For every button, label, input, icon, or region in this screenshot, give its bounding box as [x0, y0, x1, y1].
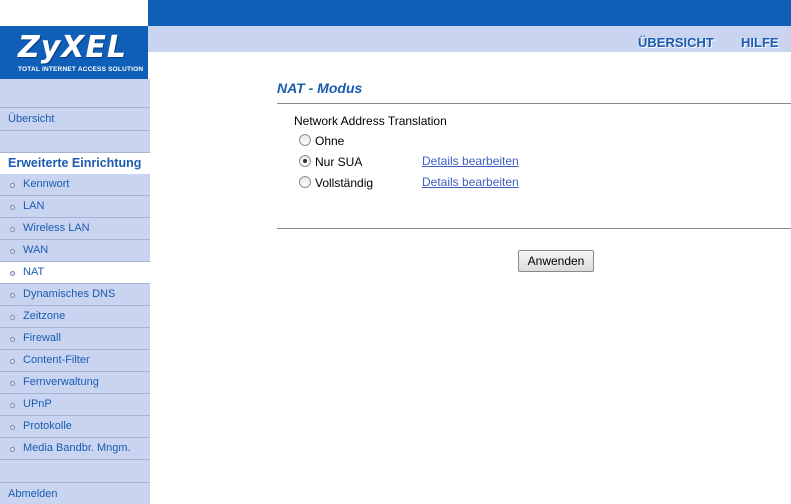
logo-text: ZyXEL [18, 30, 128, 65]
bullet-icon [10, 425, 15, 430]
sidebar-item-label: Protokolle [23, 420, 72, 432]
details-link-full[interactable]: Details bearbeiten [422, 175, 519, 189]
bullet-icon [10, 381, 15, 386]
bullet-icon [10, 447, 15, 452]
page-title: NAT - Modus [277, 80, 363, 96]
sidebar-item-label: Dynamisches DNS [23, 288, 116, 300]
content-corner [148, 52, 791, 82]
bullet-icon [10, 227, 15, 232]
sidebar-item-label: Media Bandbr. Mngm. [23, 442, 131, 454]
sidebar-item-label: Content-Filter [23, 354, 90, 366]
sidebar-item-lan[interactable]: LAN [0, 196, 150, 218]
bullet-icon [10, 359, 15, 364]
bullet-icon [10, 293, 15, 298]
sidebar-item-logout[interactable]: Abmelden [0, 482, 150, 504]
logo: ZyXEL Total Internet Access Solution [0, 26, 148, 79]
sidebar-item-content-filter[interactable]: Content-Filter [0, 350, 150, 372]
sidebar-item-fernverwaltung[interactable]: Fernverwaltung [0, 372, 150, 394]
sidebar-item-label: LAN [23, 200, 45, 212]
sidebar-item-wan[interactable]: WAN [0, 240, 150, 262]
sidebar-item-kennwort[interactable]: Kennwort [0, 174, 150, 196]
sidebar-section-title: Erweiterte Einrichtung [0, 152, 150, 175]
sidebar-item-label: NAT [23, 266, 45, 278]
apply-button[interactable]: Anwenden [518, 250, 594, 272]
radio-label: Ohne [315, 134, 345, 148]
header-link-help[interactable]: HILFE [741, 35, 779, 50]
bullet-icon [10, 403, 15, 408]
sidebar-item-nat[interactable]: NAT [0, 262, 150, 284]
bullet-icon [10, 205, 15, 210]
header-link-overview[interactable]: ÜBERSICHT [638, 35, 714, 50]
sidebar-item-label: Fernverwaltung [23, 376, 99, 388]
bullet-icon [10, 183, 15, 188]
sidebar-item-upnp[interactable]: UPnP [0, 394, 150, 416]
radio-vollstaendig[interactable] [299, 176, 311, 188]
sidebar-item-label: Firewall [23, 332, 61, 344]
logo-tagline: Total Internet Access Solution [18, 66, 144, 73]
sidebar-item-wireless-lan[interactable]: Wireless LAN [0, 218, 150, 240]
sidebar-item-label: Abmelden [8, 488, 58, 500]
bullet-icon [10, 249, 15, 254]
radio-label: Vollständig [315, 176, 374, 190]
sidebar-item-label: Kennwort [23, 178, 70, 190]
sidebar-item-dynamisches-dns[interactable]: Dynamisches DNS [0, 284, 150, 306]
sidebar-item-zeitzone[interactable]: Zeitzone [0, 306, 150, 328]
sidebar-item-media-bandbr-mngm[interactable]: Media Bandbr. Mngm. [0, 438, 150, 460]
sidebar-item-firewall[interactable]: Firewall [0, 328, 150, 350]
bullet-icon [10, 337, 15, 342]
sidebar-item-label: WAN [23, 244, 49, 256]
nat-section-label: Network Address Translation [294, 114, 447, 128]
details-link-sua[interactable]: Details bearbeiten [422, 154, 519, 168]
sidebar-section-label: Erweiterte Einrichtung [8, 156, 142, 170]
divider [277, 103, 791, 104]
sidebar-item-label: Übersicht [8, 113, 55, 125]
sidebar-item-label: UPnP [23, 398, 52, 410]
bullet-icon [10, 271, 15, 276]
sidebar-item-label: Wireless LAN [23, 222, 90, 234]
sidebar-item-overview[interactable]: Übersicht [0, 107, 150, 131]
radio-ohne[interactable] [299, 134, 311, 146]
bullet-icon [10, 315, 15, 320]
sidebar-item-protokolle[interactable]: Protokolle [0, 416, 150, 438]
radio-label: Nur SUA [315, 155, 363, 169]
divider [277, 228, 791, 229]
sidebar-item-label: Zeitzone [23, 310, 66, 322]
radio-nur-sua[interactable] [299, 155, 311, 167]
